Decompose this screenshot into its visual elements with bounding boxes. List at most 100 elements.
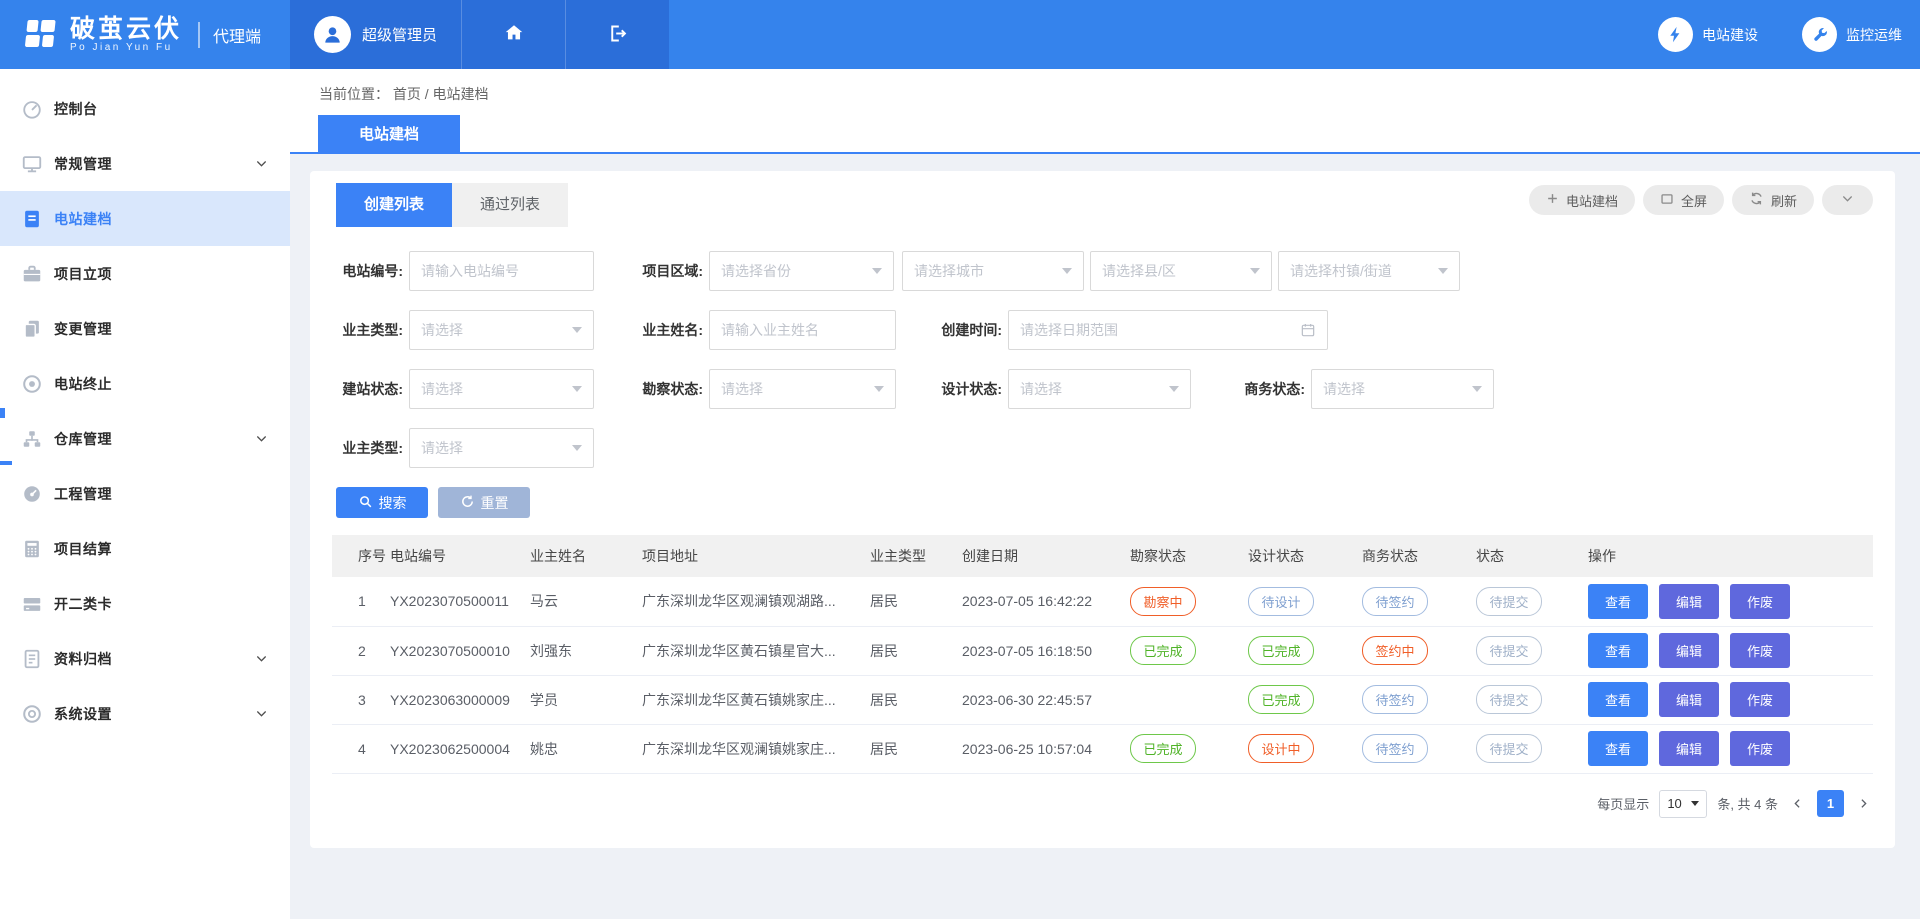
user-avatar xyxy=(314,16,351,53)
cell-actions: 查看编辑作废 xyxy=(1574,626,1873,675)
sidebar-item-12[interactable]: 系统设置 xyxy=(0,686,290,741)
owner_type2-select[interactable]: 请选择 xyxy=(409,428,594,468)
add-station-button[interactable]: 电站建档 xyxy=(1529,185,1635,215)
settings-icon xyxy=(20,702,44,726)
sidebar-item-2[interactable]: 常规管理 xyxy=(0,136,290,191)
survey_status-select[interactable]: 请选择 xyxy=(709,369,896,409)
sidebar-item-3[interactable]: 电站建档 xyxy=(0,191,290,246)
per-page-select[interactable]: 10 xyxy=(1659,790,1707,818)
sidebar-item-7[interactable]: 仓库管理 xyxy=(0,411,290,466)
tab-create-list[interactable]: 创建列表 xyxy=(336,183,452,227)
edit-button[interactable]: 编辑 xyxy=(1659,731,1719,766)
home-icon xyxy=(503,22,525,47)
breadcrumb: 当前位置： 首页 / 电站建档 xyxy=(290,69,1920,104)
col-header-station_no: 电站编号 xyxy=(376,535,516,577)
cell-survey-status xyxy=(1116,675,1234,724)
edit-button[interactable]: 编辑 xyxy=(1659,682,1719,717)
view-button[interactable]: 查看 xyxy=(1588,731,1648,766)
sidebar-item-9[interactable]: 项目结算 xyxy=(0,521,290,576)
sitemap-icon xyxy=(20,427,44,451)
user-menu[interactable]: 超级管理员 xyxy=(290,0,461,69)
edit-button[interactable]: 编辑 xyxy=(1659,584,1719,619)
region_province-select[interactable]: 请选择省份 xyxy=(709,251,894,291)
status-badge: 已完成 xyxy=(1248,636,1314,665)
void-button[interactable]: 作废 xyxy=(1730,584,1790,619)
refresh-button[interactable]: 刷新 xyxy=(1732,185,1814,215)
search-button[interactable]: 搜索 xyxy=(336,487,428,518)
sidebar-item-4[interactable]: 项目立项 xyxy=(0,246,290,301)
nav-station-build[interactable]: 电站建设 xyxy=(1658,0,1758,69)
sidebar-item-8[interactable]: 工程管理 xyxy=(0,466,290,521)
void-button[interactable]: 作废 xyxy=(1730,731,1790,766)
app-header: 破茧云伏 Po Jian Yun Fu 代理端 超级管理员 xyxy=(0,0,1920,69)
status-badge: 已完成 xyxy=(1130,636,1196,665)
view-button[interactable]: 查看 xyxy=(1588,682,1648,717)
sidebar-item-5[interactable]: 变更管理 xyxy=(0,301,290,356)
filter-label: 项目区域: xyxy=(636,261,709,281)
page-tab-station-archive[interactable]: 电站建档 xyxy=(318,115,460,152)
status-badge: 待设计 xyxy=(1248,587,1314,616)
tab-passed-list[interactable]: 通过列表 xyxy=(452,183,568,227)
page-number-button[interactable]: 1 xyxy=(1817,790,1844,817)
region_city-select[interactable]: 请选择城市 xyxy=(902,251,1084,291)
cell-owner: 姚忠 xyxy=(516,724,628,773)
business_status-select[interactable]: 请选择 xyxy=(1311,369,1494,409)
sidebar-item-10[interactable]: 开二类卡 xyxy=(0,576,290,631)
view-button[interactable]: 查看 xyxy=(1588,584,1648,619)
cell-created: 2023-06-30 22:45:57 xyxy=(948,675,1116,724)
chevron-down-icon xyxy=(255,432,268,445)
filter-label: 创建时间: xyxy=(930,320,1008,340)
status-badge: 签约中 xyxy=(1362,636,1428,665)
cell-actions: 查看编辑作废 xyxy=(1574,675,1873,724)
fullscreen-button[interactable]: 全屏 xyxy=(1643,185,1724,215)
breadcrumb-path[interactable]: 首页 / 电站建档 xyxy=(393,86,489,102)
chevron-down-icon xyxy=(255,157,268,170)
filter-label: 业主类型: xyxy=(336,320,409,340)
col-header-business: 商务状态 xyxy=(1348,535,1462,577)
owner_type-select[interactable]: 请选择 xyxy=(409,310,594,350)
view-button[interactable]: 查看 xyxy=(1588,633,1648,668)
void-button[interactable]: 作废 xyxy=(1730,633,1790,668)
collapse-toolbar-button[interactable] xyxy=(1822,185,1873,215)
filter-label: 业主姓名: xyxy=(636,320,709,340)
create_time-date-picker[interactable]: 请选择日期范围 xyxy=(1008,310,1328,350)
panel-toolbar: 电站建档 全屏 xyxy=(1529,185,1873,215)
filter-form: 电站编号:项目区域:请选择省份请选择城市请选择县/区请选择村镇/街道业主类型:请… xyxy=(336,251,1873,468)
chevron-down-icon xyxy=(1169,386,1179,392)
header-spacer xyxy=(669,0,1658,69)
filter-row: 建站状态:请选择勘察状态:请选择设计状态:请选择商务状态:请选择 xyxy=(336,369,1873,409)
sidebar-item-11[interactable]: 资料归档 xyxy=(0,631,290,686)
sidebar-item-1[interactable]: 控制台 xyxy=(0,81,290,136)
filter-row: 业主类型:请选择 xyxy=(336,428,1873,468)
void-button[interactable]: 作废 xyxy=(1730,682,1790,717)
edit-button[interactable]: 编辑 xyxy=(1659,633,1719,668)
logout-icon xyxy=(607,23,628,47)
sidebar-item-6[interactable]: 电站终止 xyxy=(0,356,290,411)
filter-row: 业主类型:请选择 业主姓名: 创建时间:请选择日期范围 xyxy=(336,310,1873,350)
reset-button[interactable]: 重置 xyxy=(438,487,530,518)
target-icon xyxy=(20,372,44,396)
home-button[interactable] xyxy=(461,0,565,69)
design_status-select[interactable]: 请选择 xyxy=(1008,369,1191,409)
scrollbar-tick xyxy=(0,461,12,465)
prev-page-button[interactable] xyxy=(1788,797,1807,810)
cell-owner-type: 居民 xyxy=(856,577,948,626)
table-row: 3 YX2023063000009 学员 广东深圳龙华区黄石镇姚家庄... 居民… xyxy=(332,675,1873,724)
cell-owner-type: 居民 xyxy=(856,724,948,773)
logout-button[interactable] xyxy=(565,0,669,69)
status-badge: 待签约 xyxy=(1362,685,1428,714)
cell-station-no: YX2023070500010 xyxy=(376,626,516,675)
nav-monitor-ops[interactable]: 监控运维 xyxy=(1802,0,1902,69)
region_county-select[interactable]: 请选择县/区 xyxy=(1090,251,1272,291)
sidebar-item-label: 项目立项 xyxy=(54,264,112,284)
chevron-down-icon xyxy=(1438,268,1448,274)
owner_name-input[interactable] xyxy=(709,310,896,350)
chevron-down-icon xyxy=(572,445,582,451)
station_no-input[interactable] xyxy=(409,251,594,291)
cell-status: 待提交 xyxy=(1462,724,1574,773)
region_town-select[interactable]: 请选择村镇/街道 xyxy=(1278,251,1460,291)
build_status-select[interactable]: 请选择 xyxy=(409,369,594,409)
cell-actions: 查看编辑作废 xyxy=(1574,577,1873,626)
status-badge: 已完成 xyxy=(1248,685,1314,714)
next-page-button[interactable] xyxy=(1854,797,1873,810)
